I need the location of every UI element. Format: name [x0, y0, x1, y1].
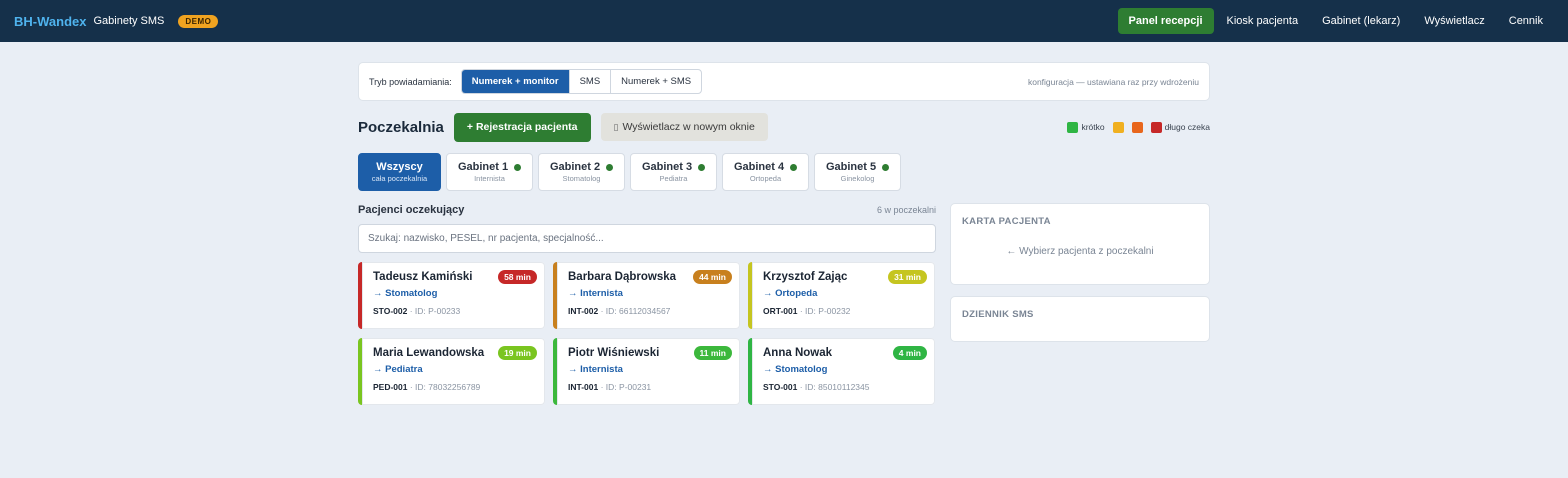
patient-card-panel: KARTA PACJENTA ← Wybierz pacjenta z pocz… — [950, 203, 1210, 285]
patient-card[interactable]: Anna Nowak → Stomatolog STO-001 · ID: 85… — [748, 338, 935, 405]
legend-item-medium — [1112, 121, 1124, 133]
notification-mode-selector: Numerek + monitor SMS Numerek + SMS — [460, 69, 703, 94]
mode-number-sms[interactable]: Numerek + SMS — [610, 70, 701, 93]
tab-office-1[interactable]: Gabinet 1 Internista — [446, 153, 533, 191]
wait-time-badge: 58 min — [498, 270, 537, 284]
status-dot-icon — [790, 163, 798, 171]
status-dot-icon — [882, 163, 890, 171]
queue-number: ORT-001 — [763, 306, 798, 316]
open-display-button[interactable]: ▯ Wyświetlacz w nowym oknie — [600, 113, 768, 141]
patient-id: · ID: P-00232 — [797, 306, 851, 316]
wait-time-badge: 31 min — [888, 270, 927, 284]
notification-mode-panel: Tryb powiadamiania: Numerek + monitor SM… — [358, 62, 1210, 101]
patient-specialty: → Internista — [568, 288, 623, 299]
patients-count: 6 w poczekalni — [876, 205, 936, 215]
queue-number: PED-001 — [373, 382, 408, 392]
legend-swatch — [1131, 121, 1143, 133]
patient-id: · ID: 85010112345 — [797, 382, 870, 392]
legend-item-long: długo czeka — [1150, 121, 1210, 133]
wait-time-badge: 19 min — [498, 346, 537, 360]
patient-specialty: → Internista — [568, 364, 623, 375]
legend-swatch — [1112, 121, 1124, 133]
patient-card[interactable]: Piotr Wiśniewski → Internista INT-001 · … — [553, 338, 740, 405]
wait-time-badge: 4 min — [892, 346, 927, 360]
brand-logo[interactable]: BH-Wandex — [14, 14, 86, 29]
register-patient-button[interactable]: + Rejestracja pacjenta — [453, 112, 591, 142]
notification-mode-label: Tryb powiadamiania: — [369, 76, 452, 87]
config-note: konfiguracja — ustawiana raz przy wdroże… — [1027, 76, 1199, 87]
legend-item-longer — [1131, 121, 1143, 133]
patient-id: · ID: 78032256789 — [407, 382, 481, 392]
waiting-patients-section: Pacjenci oczekujący 6 w poczekalni Tadeu… — [358, 203, 936, 405]
patient-id: · ID: P-00231 — [598, 382, 652, 392]
wait-time-badge: 11 min — [693, 346, 732, 360]
wait-time-legend: krótko długo czeka — [1067, 121, 1210, 133]
legend-item-short: krótko — [1067, 121, 1105, 133]
patient-id: · ID: 66112034567 — [598, 306, 671, 316]
brand-subtitle: Gabinety SMS — [93, 15, 165, 27]
tab-office-2[interactable]: Gabinet 2 Stomatolog — [538, 153, 625, 191]
tab-all[interactable]: Wszyscy cała poczekalnia — [358, 153, 441, 191]
patient-specialty: → Pediatra — [373, 364, 423, 375]
top-navbar: BH-Wandex Gabinety SMS DEMO Panel recepc… — [0, 0, 1568, 42]
patient-specialty: → Ortopeda — [763, 288, 818, 299]
main-nav: Panel recepcji Kiosk pacjenta Gabinet (l… — [1117, 8, 1554, 34]
patient-card[interactable]: Krzysztof Zając → Ortopeda ORT-001 · ID:… — [748, 262, 935, 329]
patient-cards-grid: Tadeusz Kamiński → Stomatolog STO-002 · … — [358, 262, 936, 405]
status-dot-icon — [606, 163, 614, 171]
status-dot-icon — [514, 163, 522, 171]
nav-display[interactable]: Wyświetlacz — [1413, 8, 1495, 34]
wait-time-badge: 44 min — [693, 270, 732, 284]
status-dot-icon — [698, 163, 706, 171]
patient-card[interactable]: Maria Lewandowska → Pediatra PED-001 · I… — [358, 338, 545, 405]
main-content: Tryb powiadamiania: Numerek + monitor SM… — [358, 42, 1210, 405]
demo-badge: DEMO — [178, 14, 219, 28]
waiting-room-header: Poczekalnia + Rejestracja pacjenta ▯ Wyś… — [358, 112, 1210, 142]
mode-number-monitor[interactable]: Numerek + monitor — [461, 70, 569, 93]
queue-number: STO-002 — [373, 306, 408, 316]
patient-id: · ID: P-00233 — [407, 306, 461, 316]
office-tabs: Wszyscy cała poczekalnia Gabinet 1 Inter… — [358, 153, 1210, 191]
mode-sms[interactable]: SMS — [568, 70, 611, 93]
legend-swatch — [1067, 121, 1079, 133]
patient-specialty: → Stomatolog — [373, 288, 438, 299]
queue-number: INT-001 — [568, 382, 599, 392]
patients-list-title: Pacjenci oczekujący — [358, 204, 465, 216]
legend-swatch — [1150, 121, 1162, 133]
nav-doctor-office[interactable]: Gabinet (lekarz) — [1311, 8, 1411, 34]
tab-office-5[interactable]: Gabinet 5 Ginekolog — [814, 153, 901, 191]
nav-pricing[interactable]: Cennik — [1498, 8, 1554, 34]
content-columns: Pacjenci oczekujący 6 w poczekalni Tadeu… — [358, 203, 1210, 405]
patient-card[interactable]: Tadeusz Kamiński → Stomatolog STO-002 · … — [358, 262, 545, 329]
queue-number: STO-001 — [763, 382, 798, 392]
side-panels: KARTA PACJENTA ← Wybierz pacjenta z pocz… — [950, 203, 1210, 405]
patient-card[interactable]: Barbara Dąbrowska → Internista INT-002 ·… — [553, 262, 740, 329]
sms-log-panel: DZIENNIK SMS — [950, 296, 1210, 342]
monitor-icon: ▯ — [613, 121, 619, 132]
tab-office-4[interactable]: Gabinet 4 Ortopeda — [722, 153, 809, 191]
queue-number: INT-002 — [568, 306, 599, 316]
sms-log-title: DZIENNIK SMS — [962, 309, 1034, 320]
nav-reception-panel[interactable]: Panel recepcji — [1117, 8, 1214, 34]
patient-card-title: KARTA PACJENTA — [962, 216, 1051, 227]
page-title: Poczekalnia — [358, 118, 444, 136]
patient-card-empty-hint: ← Wybierz pacjenta z poczekalni — [1006, 246, 1154, 257]
nav-patient-kiosk[interactable]: Kiosk pacjenta — [1216, 8, 1310, 34]
patient-specialty: → Stomatolog — [763, 364, 828, 375]
open-display-label: Wyświetlacz w nowym oknie — [622, 121, 755, 133]
tab-office-3[interactable]: Gabinet 3 Pediatra — [630, 153, 717, 191]
patient-search-input[interactable] — [358, 224, 936, 253]
